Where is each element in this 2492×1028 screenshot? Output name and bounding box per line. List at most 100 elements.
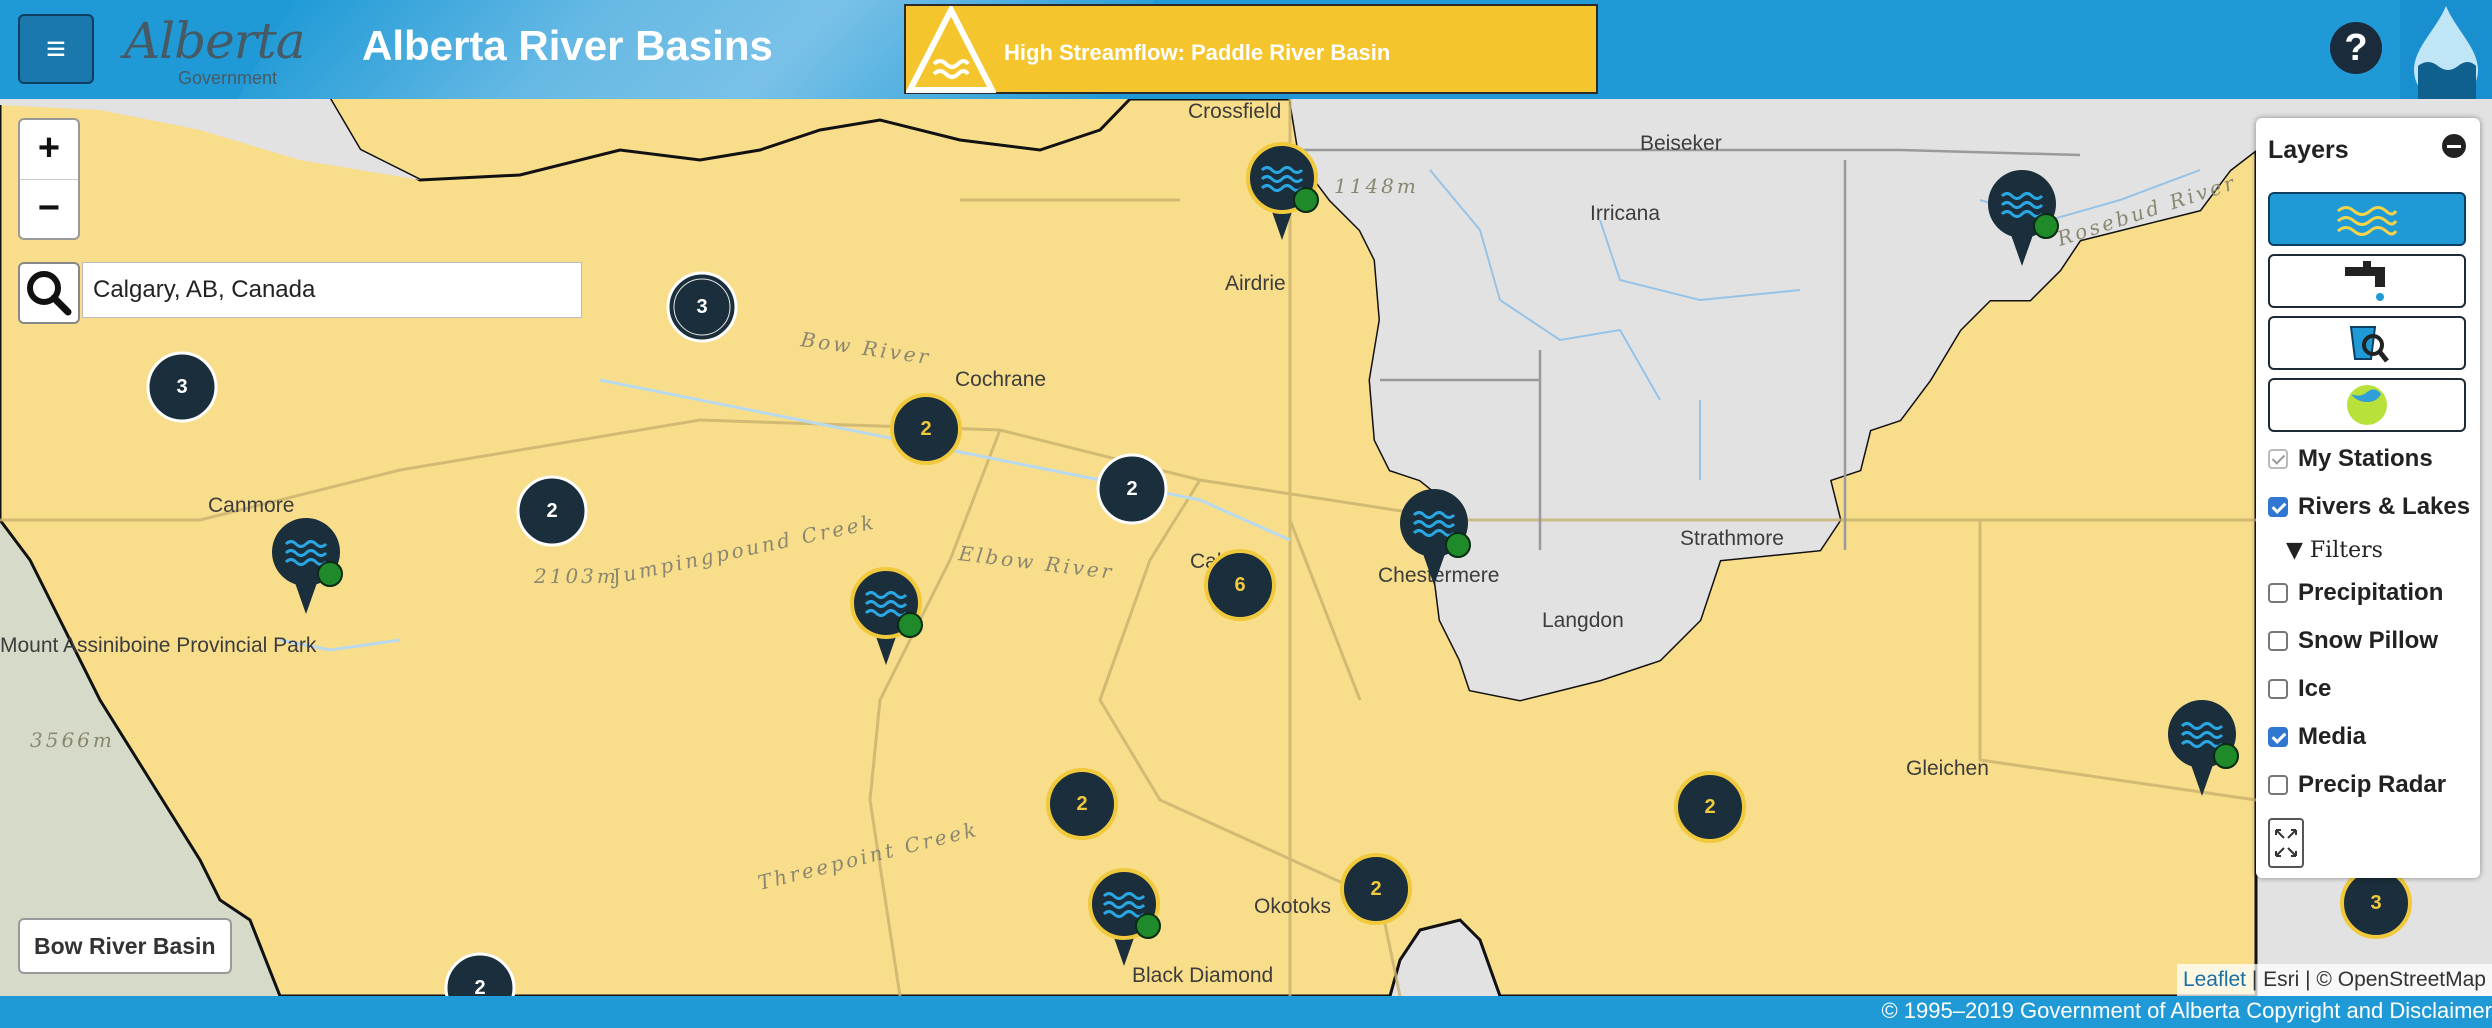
layer-option-label: Snow Pillow	[2298, 627, 2439, 654]
attribution-text: | Esri | © OpenStreetMap	[2246, 968, 2486, 991]
search-icon	[27, 271, 72, 316]
basin-name-label: Bow River Basin	[18, 918, 232, 974]
place-label: Mount Assiniboine Provincial Park	[0, 634, 317, 657]
expand-arrows-icon	[2275, 829, 2297, 857]
help-icon[interactable]: ?	[2330, 22, 2382, 74]
cluster-count: 2	[546, 500, 557, 522]
checkbox[interactable]	[2268, 775, 2288, 795]
cluster-marker[interactable]: 2	[1674, 771, 1746, 843]
place-label: Cochrane	[955, 368, 1046, 391]
elevation-label: 3566m	[30, 728, 115, 752]
cluster-count: 3	[696, 296, 707, 318]
cluster-count: 2	[1126, 478, 1137, 500]
status-dot	[1135, 913, 1161, 939]
layer-option-snow-pillow[interactable]: Snow Pillow	[2268, 624, 2438, 658]
copyright-text[interactable]: © 1995–2019 Government of Alberta Copyri…	[1881, 998, 2492, 1024]
layer-option-label: Precipitation	[2298, 579, 2444, 606]
place-label: Langdon	[1542, 609, 1624, 632]
cluster-marker[interactable]: 2	[516, 475, 588, 547]
layers-panel: Layers My Stations Rivers & Lakes ▼ Filt…	[2256, 118, 2480, 878]
layer-option-ice[interactable]: Ice	[2268, 672, 2331, 706]
cluster-marker[interactable]: 3	[666, 271, 738, 343]
elevation-label: 1148m	[1334, 174, 1419, 198]
checkbox[interactable]	[2268, 631, 2288, 651]
layer-option-label: My Stations	[2298, 445, 2433, 472]
cluster-count: 2	[1704, 796, 1715, 818]
logo-subtitle: Government	[178, 68, 278, 88]
elevation-label: 2103m	[533, 564, 619, 588]
cluster-marker[interactable]: 3	[146, 351, 218, 423]
cluster-marker[interactable]: 2	[1096, 453, 1168, 525]
place-label: Canmore	[208, 494, 294, 517]
water-quality-layer-button[interactable]	[2268, 316, 2466, 370]
filters-label: Filters	[2309, 538, 2383, 563]
checkbox[interactable]	[2268, 583, 2288, 603]
alert-text: High Streamflow: Paddle River Basin	[1004, 40, 1391, 65]
status-dot	[1445, 532, 1471, 558]
cluster-count: 2	[1370, 878, 1381, 900]
zoom-out-button[interactable]: −	[20, 180, 78, 239]
location-search-input[interactable]	[82, 262, 582, 318]
filters-link[interactable]: ▼ Filters	[2286, 538, 2383, 563]
water-supply-layer-button[interactable]	[2268, 254, 2466, 308]
checkbox[interactable]	[2268, 727, 2288, 747]
cluster-marker[interactable]: 2	[1046, 768, 1118, 840]
cluster-count: 6	[1234, 574, 1245, 596]
status-dot	[897, 612, 923, 638]
basin-layer-button[interactable]	[2268, 378, 2466, 432]
layer-option-label: Ice	[2298, 675, 2332, 702]
cluster-marker[interactable]: 2	[890, 393, 962, 465]
place-label: Airdrie	[1225, 272, 1286, 295]
collapse-icon[interactable]	[2442, 134, 2466, 158]
place-label: Crossfield	[1188, 100, 1281, 123]
basemap[interactable]: Crossfield Beiseker Irricana Airdrie Coc…	[0, 0, 2492, 1028]
checkbox[interactable]	[2268, 449, 2288, 469]
layer-option-rivers-lakes[interactable]: Rivers & Lakes	[2268, 490, 2470, 524]
place-label: Okotoks	[1254, 895, 1331, 918]
cluster-marker[interactable]: 6	[1204, 549, 1276, 621]
menu-button[interactable]: ≡	[18, 14, 94, 84]
zoom-control: + −	[18, 118, 80, 240]
status-dot	[1293, 187, 1319, 213]
water-drop-icon	[2414, 6, 2478, 102]
cluster-marker[interactable]: 3	[2340, 867, 2412, 939]
high-streamflow-alert[interactable]: High Streamflow: Paddle River Basin	[904, 4, 1598, 94]
warning-triangle-icon	[906, 6, 996, 93]
leaflet-link[interactable]: Leaflet	[2183, 968, 2246, 991]
streamflow-layer-button[interactable]	[2268, 192, 2466, 246]
water-drop-logo	[2400, 0, 2492, 102]
page-footer: © 1995–2019 Government of Alberta Copyri…	[0, 996, 2492, 1028]
fullscreen-icon[interactable]	[2268, 818, 2304, 868]
layer-option-precipitation[interactable]: Precipitation	[2268, 576, 2443, 610]
cluster-count: 3	[2370, 892, 2381, 914]
layers-title: Layers	[2268, 136, 2349, 164]
place-label: Black Diamond	[1132, 964, 1273, 987]
layer-option-label: Media	[2298, 723, 2367, 750]
checkbox[interactable]	[2268, 497, 2288, 517]
place-label: Beiseker	[1640, 132, 1722, 155]
bucket-search-icon	[2349, 326, 2389, 363]
filter-funnel-icon: ▼	[2286, 538, 2303, 563]
place-label: Gleichen	[1906, 757, 1989, 780]
checkbox[interactable]	[2268, 679, 2288, 699]
layer-option-media[interactable]: Media	[2268, 720, 2366, 754]
status-dot	[317, 561, 343, 587]
cluster-count: 3	[176, 376, 187, 398]
cluster-count: 2	[1076, 793, 1087, 815]
globe-icon	[2347, 385, 2387, 425]
cluster-marker[interactable]: 2	[1340, 853, 1412, 925]
cluster-count: 2	[920, 418, 931, 440]
status-dot	[2033, 213, 2059, 239]
layer-option-precip-radar[interactable]: Precip Radar	[2268, 768, 2446, 802]
streamflow-waves-icon	[2337, 206, 2398, 236]
layer-option-label: Precip Radar	[2298, 771, 2447, 798]
water-tap-icon	[2345, 261, 2385, 301]
map-attribution: Leaflet | Esri | © OpenStreetMap	[2176, 964, 2492, 996]
alberta-logo[interactable]: Alberta Government	[118, 10, 318, 90]
logo-wordmark: Alberta	[124, 12, 305, 70]
layer-option-label: Rivers & Lakes	[2298, 493, 2471, 520]
search-button[interactable]	[18, 262, 80, 324]
layer-option-my-stations[interactable]: My Stations	[2268, 442, 2433, 476]
app-title: Alberta River Basins	[362, 22, 773, 69]
zoom-in-button[interactable]: +	[20, 120, 78, 180]
